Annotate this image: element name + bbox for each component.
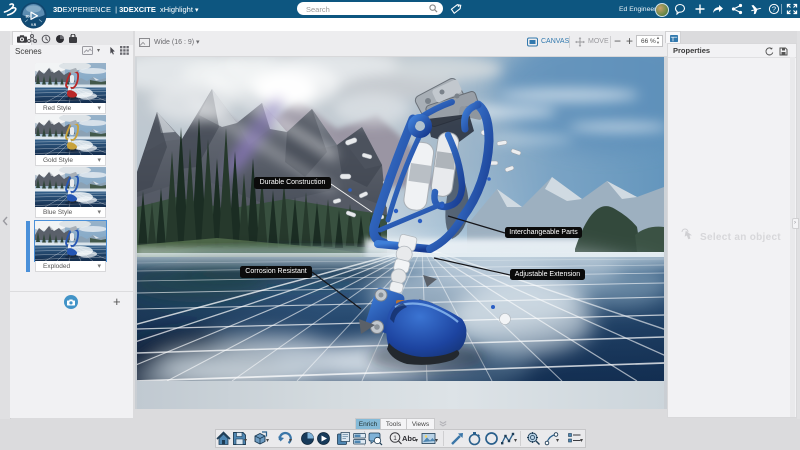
svg-text:3D: 3D bbox=[26, 15, 31, 19]
svg-text:1: 1 bbox=[393, 435, 397, 442]
svg-text:?: ? bbox=[772, 5, 776, 14]
svg-text:V.R: V.R bbox=[31, 23, 37, 27]
